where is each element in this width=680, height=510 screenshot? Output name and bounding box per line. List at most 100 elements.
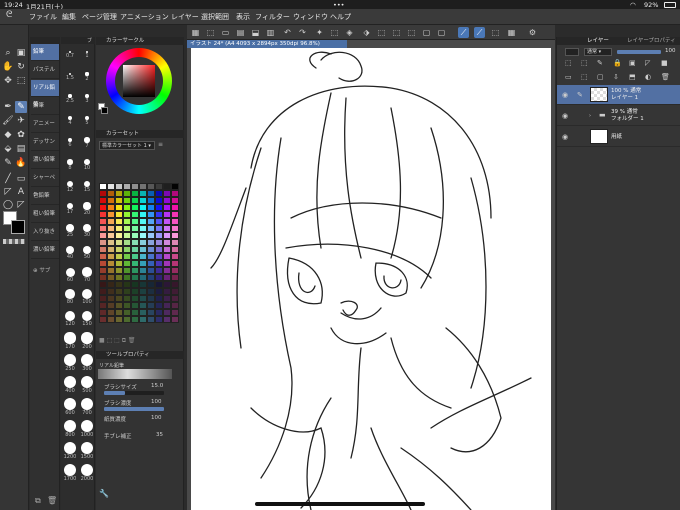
color-swatch[interactable]	[147, 246, 155, 253]
color-swatch[interactable]	[155, 239, 163, 246]
color-swatch[interactable]	[139, 288, 147, 295]
brush-size-slider[interactable]	[104, 391, 164, 395]
main-color-swatch[interactable]	[11, 220, 25, 234]
color-swatch[interactable]	[139, 295, 147, 302]
color-swatch[interactable]	[107, 239, 115, 246]
frame-icon[interactable]: ⬚	[205, 27, 216, 38]
blend-mode-select[interactable]: 通常 ▾	[584, 48, 612, 56]
menu-page[interactable]: ページ管理	[82, 12, 117, 22]
color-swatch[interactable]	[123, 302, 131, 309]
rotate-icon[interactable]: ↻	[15, 61, 27, 73]
menu-animation[interactable]: アニメーション	[120, 12, 169, 22]
color-swatch[interactable]	[139, 225, 147, 232]
color-swatch[interactable]	[147, 302, 155, 309]
ruler-toggle-icon[interactable]: ◸	[645, 59, 650, 67]
zoom-icon[interactable]: ⌕	[2, 47, 14, 59]
pen-icon[interactable]: ✒	[2, 101, 14, 113]
color-swatch[interactable]	[123, 295, 131, 302]
color-swatch[interactable]	[123, 225, 131, 232]
color-swatch[interactable]	[171, 253, 179, 260]
subtool-item[interactable]: 入り抜き	[31, 224, 59, 241]
color-swatch[interactable]	[115, 239, 123, 246]
saturation-square[interactable]	[123, 65, 155, 97]
color-swatch[interactable]	[115, 218, 123, 225]
color-swatch[interactable]	[147, 309, 155, 316]
main-color-chip[interactable]	[101, 107, 108, 114]
color-swatch[interactable]	[107, 309, 115, 316]
color-swatch[interactable]	[155, 190, 163, 197]
color-swatch[interactable]	[99, 183, 107, 190]
menu-view[interactable]: 表示	[236, 12, 250, 22]
color-swatch[interactable]	[139, 267, 147, 274]
color-swatch[interactable]	[147, 253, 155, 260]
move-icon[interactable]: ✥	[2, 75, 14, 87]
color-swatch[interactable]	[131, 204, 139, 211]
snap-special-icon[interactable]: ▢	[436, 27, 447, 38]
color-swatch[interactable]	[139, 246, 147, 253]
subtool-item[interactable]: 粗い鉛筆	[31, 206, 59, 223]
color-swatch[interactable]	[107, 204, 115, 211]
balloon-icon[interactable]: ◯	[2, 199, 14, 211]
color-swatch[interactable]	[139, 232, 147, 239]
brush-size-preset[interactable]: 50	[79, 244, 95, 260]
color-swatch[interactable]	[131, 302, 139, 309]
subtool-item[interactable]: 色鉛筆	[31, 188, 59, 205]
pen-pressure-icon[interactable]: ⟋	[458, 27, 469, 38]
color-swatch[interactable]	[147, 190, 155, 197]
color-swatch[interactable]	[171, 190, 179, 197]
brush-size-preset[interactable]: 70	[79, 266, 95, 283]
color-swatch[interactable]	[171, 274, 179, 281]
color-swatch[interactable]	[99, 211, 107, 218]
brush-size-preset[interactable]: 40	[62, 244, 78, 260]
color-swatch[interactable]	[139, 309, 147, 316]
color-swatch[interactable]	[99, 274, 107, 281]
color-swatch[interactable]	[99, 288, 107, 295]
color-swatch[interactable]	[123, 281, 131, 288]
brush-size-preset[interactable]: 1700	[62, 464, 78, 482]
color-swatch[interactable]	[147, 260, 155, 267]
color-swatch[interactable]	[171, 239, 179, 246]
color-swatch[interactable]	[163, 211, 171, 218]
reference-icon[interactable]: ⬚	[581, 59, 588, 67]
color-swatch[interactable]	[123, 239, 131, 246]
color-swatch[interactable]	[115, 190, 123, 197]
tilt-icon[interactable]: ⟋	[474, 27, 485, 38]
color-swatch[interactable]	[115, 295, 123, 302]
visibility-eye-icon[interactable]: ◉	[562, 133, 568, 141]
brush-size-preset[interactable]: 1200	[62, 442, 78, 460]
color-swatch[interactable]	[139, 316, 147, 323]
correct-line-icon[interactable]: ◸	[15, 199, 27, 211]
folder-expand-icon[interactable]: ›	[589, 112, 591, 120]
color-swatch[interactable]	[147, 232, 155, 239]
color-swatch[interactable]	[131, 246, 139, 253]
color-swatch[interactable]	[107, 190, 115, 197]
color-swatch[interactable]	[123, 197, 131, 204]
color-swatch[interactable]	[163, 302, 171, 309]
new-vector-icon[interactable]: ⬚	[581, 73, 588, 81]
brush-size-preset[interactable]: 1500	[79, 442, 95, 460]
brush-size-preset[interactable]: 10	[79, 156, 95, 171]
color-swatch[interactable]	[131, 295, 139, 302]
color-swatch[interactable]	[139, 190, 147, 197]
document-tab[interactable]: イラスト 24* (A4 4093 x 2894px 350dpi 96.8%)	[187, 40, 347, 48]
color-swatch[interactable]	[163, 204, 171, 211]
color-swatch[interactable]	[171, 204, 179, 211]
color-swatch[interactable]	[123, 218, 131, 225]
brush-icon[interactable]: 🖌	[2, 115, 14, 127]
airbrush-icon[interactable]: ✈	[15, 115, 27, 127]
snap-ruler-icon[interactable]: ▢	[421, 27, 432, 38]
color-swatch[interactable]	[131, 253, 139, 260]
color-swatch[interactable]	[163, 288, 171, 295]
color-swatch[interactable]	[147, 197, 155, 204]
color-swatch[interactable]	[99, 239, 107, 246]
color-swatch[interactable]	[107, 218, 115, 225]
color-swatch[interactable]	[147, 267, 155, 274]
export-icon[interactable]: ▥	[265, 27, 276, 38]
color-swatch[interactable]	[115, 232, 123, 239]
color-swatch[interactable]	[147, 225, 155, 232]
color-swatch[interactable]	[155, 197, 163, 204]
color-swatch[interactable]	[163, 218, 171, 225]
color-swatch[interactable]	[171, 211, 179, 218]
redo-icon[interactable]: ↷	[297, 27, 308, 38]
color-swatch[interactable]	[99, 295, 107, 302]
